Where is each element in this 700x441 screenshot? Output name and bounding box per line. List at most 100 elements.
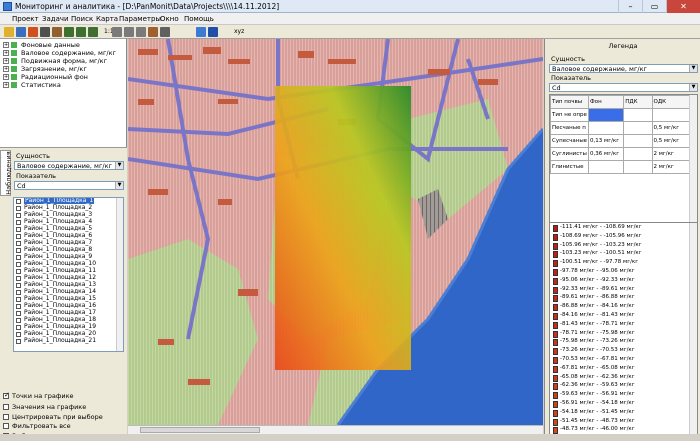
expand-icon[interactable]: + (3, 74, 9, 80)
site-checkbox[interactable] (16, 248, 21, 253)
expand-icon[interactable]: + (3, 82, 9, 88)
sites-scrollbar[interactable] (116, 198, 123, 351)
site-checkbox[interactable] (16, 213, 21, 218)
table-cell[interactable] (623, 134, 653, 148)
table-cell[interactable]: Глинистые (550, 160, 590, 174)
table-cell[interactable]: Тип не опре (550, 108, 590, 122)
menu-help[interactable]: Помощь (184, 15, 214, 23)
table-cell[interactable] (588, 108, 625, 122)
table-row[interactable]: Суглинисты 0,36 мг/кг 2 мг/кг (550, 147, 690, 161)
legend-indicator-select[interactable]: Cd ▼ (549, 83, 698, 92)
entity-select[interactable]: Валовое содержание, мг/кг ▼ (14, 161, 124, 170)
site-checkbox[interactable] (16, 304, 21, 309)
site-checkbox[interactable] (16, 325, 21, 330)
hand-icon[interactable] (148, 27, 158, 37)
table-row[interactable]: Глинистые 2 мг/кг (550, 160, 690, 174)
site-checkbox[interactable] (16, 276, 21, 281)
expand-icon[interactable]: + (3, 58, 9, 64)
measure-icon[interactable] (112, 27, 122, 37)
map-canvas[interactable] (128, 39, 543, 425)
menu-map[interactable]: Карта (96, 15, 118, 23)
tree-item[interactable]: + Валовое содержание, мг/кг (0, 49, 127, 57)
checkbox[interactable] (3, 404, 9, 410)
expand-icon[interactable]: + (3, 50, 9, 56)
menu-project[interactable]: Проект (12, 15, 39, 23)
checkbox[interactable] (3, 423, 9, 429)
site-checkbox[interactable] (16, 262, 21, 267)
table-cell[interactable]: 0,5 мг/кг (651, 134, 690, 148)
tree-item[interactable]: + Загрязнение, мг/кг (0, 65, 127, 73)
table-cell[interactable]: 2 мг/кг (651, 147, 690, 161)
expand-icon[interactable]: + (3, 66, 9, 72)
tree-item[interactable]: + Фоновые данные (0, 41, 127, 49)
site-checkbox[interactable] (16, 234, 21, 239)
table-row[interactable]: Супесчаные 0,13 мг/кг 0,5 мг/кг (550, 134, 690, 148)
minimize-button[interactable]: – (618, 0, 642, 13)
site-checkbox[interactable] (16, 318, 21, 323)
table-cell[interactable] (588, 160, 625, 174)
tree-item[interactable]: + Радиационный фон (0, 73, 127, 81)
site-checkbox[interactable] (16, 311, 21, 316)
table-cell[interactable] (623, 121, 653, 135)
settings-icon[interactable] (196, 27, 206, 37)
table-cell[interactable]: 2 мг/кг (651, 160, 690, 174)
site-checkbox[interactable] (16, 339, 21, 344)
map-view[interactable] (128, 39, 543, 425)
site-checkbox[interactable] (16, 290, 21, 295)
pencil-icon[interactable] (28, 27, 38, 37)
menu-search[interactable]: Поиск (71, 15, 93, 23)
zoom-full-icon[interactable] (76, 27, 86, 37)
site-checkbox[interactable] (16, 199, 21, 204)
menu-tasks[interactable]: Задачи (42, 15, 69, 23)
site-checkbox[interactable] (16, 269, 21, 274)
table-cell[interactable]: 0,36 мг/кг (588, 147, 625, 161)
legend-scrollbar[interactable] (689, 223, 697, 440)
close-button[interactable]: ✕ (666, 0, 700, 13)
zoom-in-icon[interactable] (64, 27, 74, 37)
site-checkbox[interactable] (16, 241, 21, 246)
checkbox[interactable] (3, 391, 10, 399)
table-cell[interactable] (623, 147, 653, 161)
expand-icon[interactable]: + (3, 42, 9, 48)
indicator-select[interactable]: Cd ▼ (14, 181, 124, 190)
pan-icon[interactable] (52, 27, 62, 37)
table-cell[interactable]: Суглинисты (550, 147, 590, 161)
table-cell[interactable] (651, 108, 690, 122)
table-cell[interactable] (623, 108, 653, 122)
site-checkbox[interactable] (16, 255, 21, 260)
open-icon[interactable] (4, 27, 14, 37)
site-checkbox[interactable] (16, 283, 21, 288)
tab-observations[interactable]: Наблюдения (0, 150, 13, 196)
checkbox[interactable] (3, 414, 9, 420)
list-item[interactable]: Район_1_Площадка_21 (14, 337, 123, 345)
table-cell[interactable]: Супесчаные (550, 134, 590, 148)
menu-parameters[interactable]: Параметры (119, 15, 161, 23)
site-checkbox[interactable] (16, 220, 21, 225)
maximize-button[interactable]: ▭ (642, 0, 666, 13)
table-cell[interactable]: 0,13 мг/кг (588, 134, 625, 148)
site-checkbox[interactable] (16, 206, 21, 211)
info-icon[interactable] (208, 27, 218, 37)
save-icon[interactable] (16, 27, 26, 37)
table-cell[interactable]: Песчаные п (550, 121, 590, 135)
table-cell[interactable] (623, 160, 653, 174)
table-cell[interactable] (588, 121, 625, 135)
table-row[interactable]: Тип не опре (550, 108, 690, 122)
tree-item[interactable]: + Статистика (0, 81, 127, 89)
tree-item[interactable]: + Подвижная форма, мг/кг (0, 57, 127, 65)
legend-entity-select[interactable]: Валовое содержание, мг/кг ▼ (549, 64, 698, 73)
table-cell[interactable]: 0,5 мг/кг (651, 121, 690, 135)
menu-window[interactable]: Окно (160, 15, 179, 23)
select-icon[interactable] (40, 27, 50, 37)
site-checkbox[interactable] (16, 227, 21, 232)
zoom-out-icon[interactable] (88, 27, 98, 37)
table-scrollbar[interactable] (689, 95, 697, 233)
map-horizontal-scrollbar[interactable] (128, 425, 543, 434)
table-row[interactable]: Песчаные п 0,5 мг/кг (550, 121, 690, 135)
site-checkbox[interactable] (16, 332, 21, 337)
grid-icon[interactable] (124, 27, 134, 37)
layers-icon[interactable] (136, 27, 146, 37)
print-icon[interactable] (160, 27, 170, 37)
site-checkbox[interactable] (16, 297, 21, 302)
scroll-thumb[interactable] (140, 427, 260, 433)
